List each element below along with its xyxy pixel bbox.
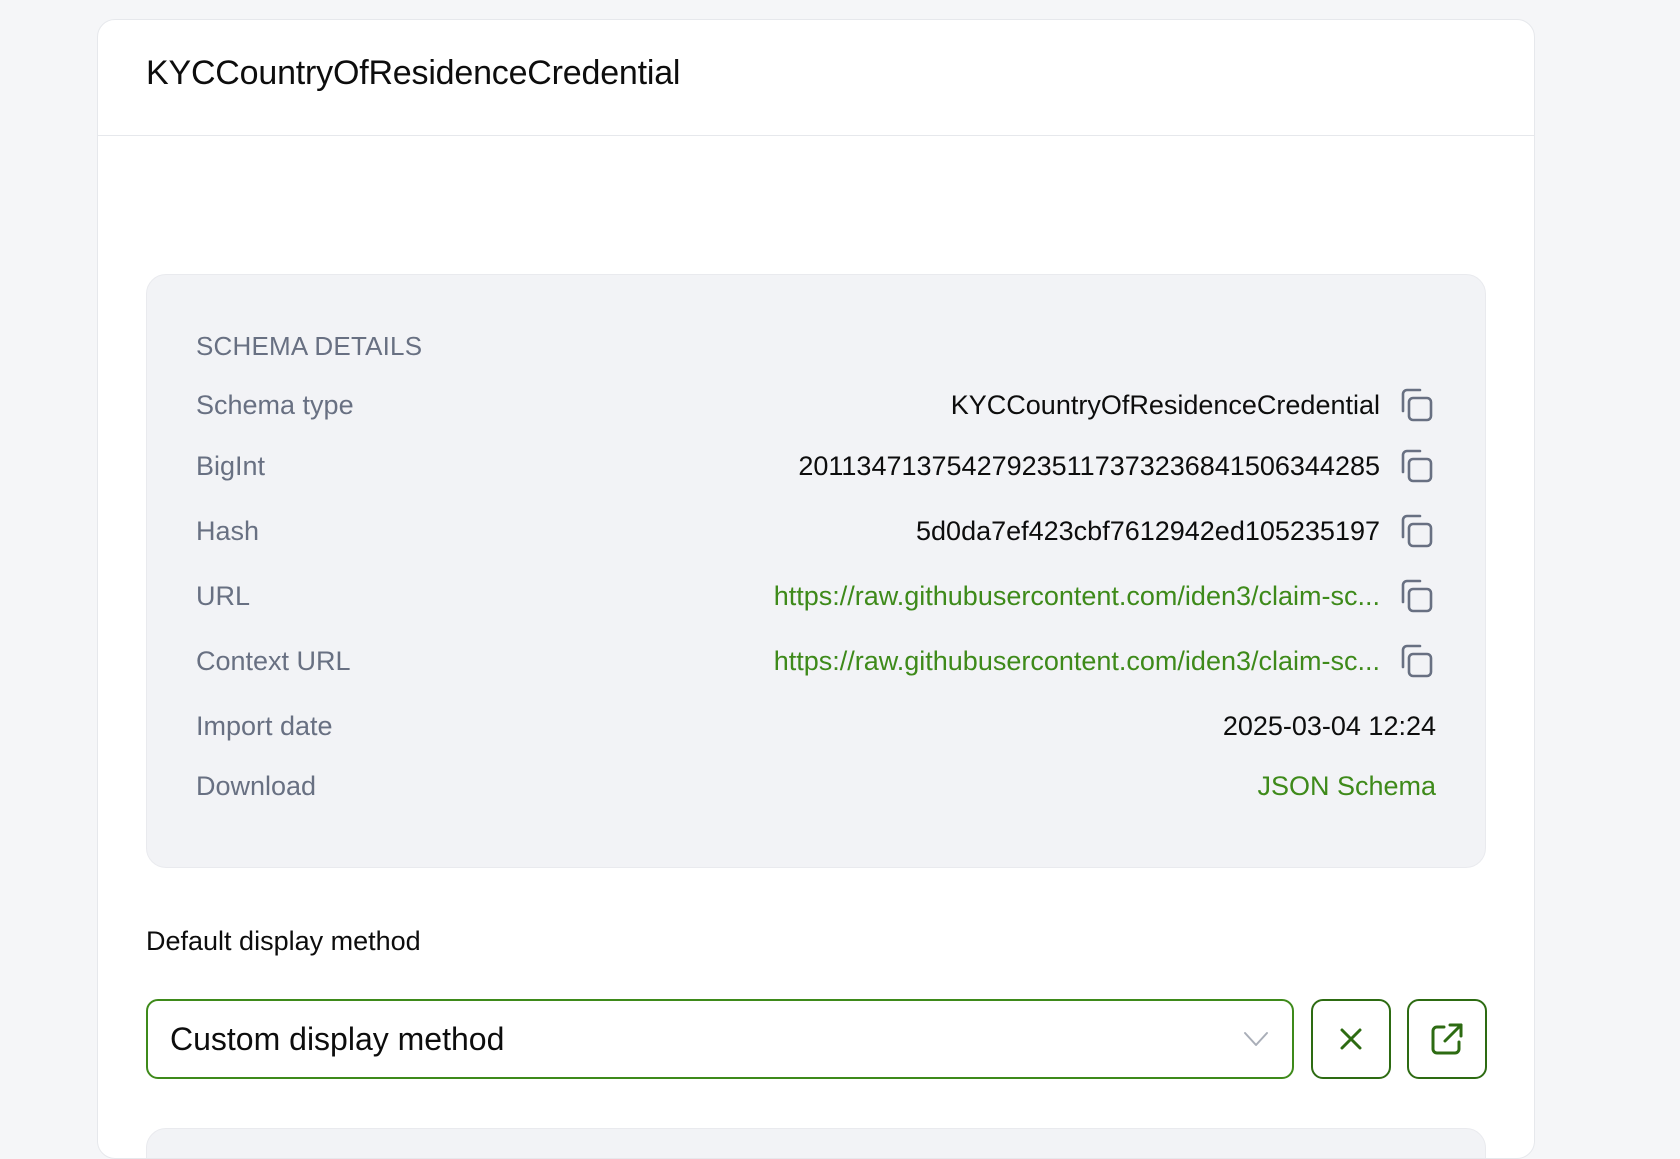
copy-icon bbox=[1401, 579, 1433, 613]
copy-icon bbox=[1401, 388, 1433, 422]
schema-url-link[interactable]: https://raw.githubusercontent.com/iden3/… bbox=[774, 581, 1380, 612]
copy-icon bbox=[1401, 514, 1433, 548]
download-json-schema-link[interactable]: JSON Schema bbox=[1257, 771, 1436, 802]
bigint-value: 201134713754279235117373236841506344285 bbox=[798, 450, 1380, 481]
hash-value: 5d0da7ef423cbf7612942ed105235197 bbox=[916, 515, 1380, 546]
detail-row-download: Download JSON Schema bbox=[196, 766, 1436, 806]
context-url-link[interactable]: https://raw.githubusercontent.com/iden3/… bbox=[774, 646, 1380, 677]
card-title: KYCCountryOfResidenceCredential bbox=[146, 54, 681, 92]
detail-label: Import date bbox=[196, 710, 333, 741]
detail-row-hash: Hash 5d0da7ef423cbf7612942ed105235197 bbox=[196, 511, 1436, 551]
detail-row-schema-type: Schema type KYCCountryOfResidenceCredent… bbox=[196, 385, 1436, 425]
next-section-panel bbox=[146, 1128, 1486, 1158]
detail-row-import-date: Import date 2025-03-04 12:24 bbox=[196, 706, 1436, 746]
schema-type-value: KYCCountryOfResidenceCredential bbox=[950, 389, 1380, 420]
detail-row-context-url: Context URL https://raw.githubuserconten… bbox=[196, 641, 1436, 681]
detail-label: Download bbox=[196, 770, 317, 801]
schema-card: KYCCountryOfResidenceCredential SCHEMA D… bbox=[97, 19, 1535, 1159]
display-method-label: Default display method bbox=[146, 926, 421, 956]
copy-hash-button[interactable] bbox=[1396, 511, 1436, 551]
detail-row-url: URL https://raw.githubusercontent.com/id… bbox=[196, 576, 1436, 616]
copy-url-button[interactable] bbox=[1396, 576, 1436, 616]
detail-value-group: 201134713754279235117373236841506344285 bbox=[798, 446, 1436, 486]
detail-label: URL bbox=[196, 580, 251, 611]
copy-icon bbox=[1401, 449, 1433, 483]
card-header: KYCCountryOfResidenceCredential bbox=[98, 20, 1534, 136]
copy-context-url-button[interactable] bbox=[1396, 641, 1436, 681]
detail-value-group: https://raw.githubusercontent.com/iden3/… bbox=[774, 641, 1436, 681]
open-display-method-button[interactable] bbox=[1407, 999, 1487, 1079]
copy-icon bbox=[1401, 644, 1433, 678]
schema-details-heading: SCHEMA DETAILS bbox=[196, 331, 423, 361]
detail-value-group: https://raw.githubusercontent.com/iden3/… bbox=[774, 576, 1436, 616]
copy-bigint-button[interactable] bbox=[1396, 446, 1436, 486]
detail-label: Hash bbox=[196, 515, 260, 546]
copy-schema-type-button[interactable] bbox=[1396, 385, 1436, 425]
clear-display-method-button[interactable] bbox=[1311, 999, 1391, 1079]
detail-label: Context URL bbox=[196, 645, 351, 676]
schema-details-panel: SCHEMA DETAILS Schema type KYCCountryOfR… bbox=[146, 274, 1486, 868]
detail-row-bigint: BigInt 201134713754279235117373236841506… bbox=[196, 446, 1436, 486]
import-date-value: 2025-03-04 12:24 bbox=[1222, 710, 1436, 741]
chevron-down-icon bbox=[1244, 1032, 1268, 1046]
display-method-selected-value: Custom display method bbox=[170, 1020, 505, 1057]
close-icon bbox=[1340, 1028, 1362, 1050]
detail-label: Schema type bbox=[196, 389, 354, 420]
detail-value-group: KYCCountryOfResidenceCredential bbox=[951, 385, 1436, 425]
detail-value-group: 5d0da7ef423cbf7612942ed105235197 bbox=[916, 511, 1436, 551]
external-link-icon bbox=[1431, 1023, 1463, 1055]
display-method-select[interactable]: Custom display method bbox=[146, 999, 1294, 1079]
detail-label: BigInt bbox=[196, 450, 266, 481]
